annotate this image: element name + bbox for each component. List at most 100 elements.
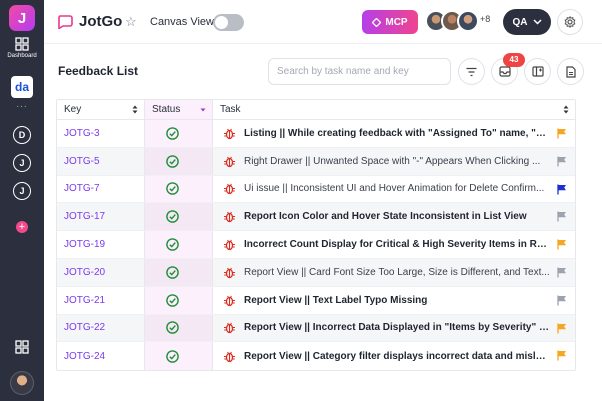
workspace-active[interactable]: da (11, 76, 33, 98)
chevron-down-icon (532, 19, 542, 25)
task-key[interactable]: JOTG-20 (57, 258, 145, 286)
status-cell[interactable] (145, 286, 213, 314)
mcp-label: MCP (385, 16, 408, 28)
key-header-label: Key (64, 104, 82, 115)
task-cell[interactable]: Report View || Text Label Typo Missing (213, 287, 575, 314)
task-key[interactable]: JOTG-22 (57, 314, 145, 342)
task-cell[interactable]: Right Drawer || Unwanted Space with "-" … (213, 148, 575, 175)
canvas-view-toggle[interactable] (213, 14, 244, 31)
table-row[interactable]: JOTG-20 Report View || Card Font Size Too… (57, 258, 575, 287)
task-key[interactable]: JOTG-19 (57, 231, 145, 258)
task-key[interactable]: JOTG-24 (57, 342, 145, 371)
task-title[interactable]: Right Drawer || Unwanted Space with "-" … (244, 156, 550, 167)
apps-grid-icon[interactable] (15, 340, 29, 359)
task-cell[interactable]: Report View || Category filter displays … (213, 342, 575, 370)
filter-button[interactable] (458, 58, 485, 85)
status-cell[interactable] (145, 147, 213, 175)
priority-flag-icon[interactable] (557, 184, 567, 195)
task-cell[interactable]: Report View || Card Font Size Too Large,… (213, 259, 575, 286)
workspace-j-1[interactable]: J (13, 154, 31, 172)
task-cell[interactable]: Ui issue || Inconsistent UI and Hover An… (213, 176, 575, 203)
status-cell[interactable] (145, 231, 213, 258)
bug-icon (224, 212, 235, 223)
status-column-header[interactable]: Status (145, 100, 213, 119)
task-title[interactable]: Report View || Text Label Typo Missing (244, 295, 550, 306)
table-header: Key Status Task (57, 100, 575, 120)
page-title: Feedback List (58, 64, 139, 78)
feedback-table: Key Status Task JOTG-3 Listing || While c… (56, 99, 576, 372)
bug-icon (224, 323, 235, 334)
priority-flag-icon[interactable] (557, 295, 567, 306)
status-cell[interactable] (145, 175, 213, 203)
table-row[interactable]: JOTG-21 Report View || Text Label Typo Mi… (57, 286, 575, 315)
task-title[interactable]: Report View || Card Font Size Too Large,… (244, 267, 550, 278)
table-row[interactable]: JOTG-19 Incorrect Count Display for Criti… (57, 231, 575, 259)
task-key[interactable]: JOTG-21 (57, 286, 145, 314)
table-row[interactable]: JOTG-3 Listing || While creating feedback… (57, 120, 575, 148)
canvas-view-label: Canvas View (150, 16, 214, 28)
task-title[interactable]: Incorrect Count Display for Critical & H… (244, 239, 550, 250)
settings-button[interactable] (557, 9, 583, 35)
notification-count-badge: 43 (503, 53, 525, 67)
task-key[interactable]: JOTG-3 (57, 120, 145, 147)
task-key[interactable]: JOTG-7 (57, 175, 145, 203)
more-workspaces[interactable]: ... (0, 99, 44, 110)
key-column-header[interactable]: Key (57, 100, 145, 119)
task-title[interactable]: Report View || Category filter displays … (244, 351, 550, 362)
table-row[interactable]: JOTG-5 Right Drawer || Unwanted Space wit… (57, 147, 575, 176)
table-row[interactable]: JOTG-22 Report View || Incorrect Data Dis… (57, 314, 575, 343)
bug-icon (224, 156, 235, 167)
task-title[interactable]: Report Icon Color and Hover State Incons… (244, 211, 550, 222)
task-cell[interactable]: Report Icon Color and Hover State Incons… (213, 203, 575, 230)
priority-flag-icon[interactable] (557, 239, 567, 250)
check-circle-icon (166, 321, 179, 335)
member-avatar[interactable] (457, 10, 479, 32)
star-icon[interactable]: ☆ (125, 14, 137, 30)
priority-flag-icon[interactable] (557, 211, 567, 222)
task-cell[interactable]: Report View || Incorrect Data Displayed … (213, 315, 575, 342)
table-row[interactable]: JOTG-7 Ui issue || Inconsistent UI and Ho… (57, 175, 575, 204)
status-cell[interactable] (145, 314, 213, 342)
status-cell[interactable] (145, 342, 213, 371)
search-input[interactable] (268, 58, 451, 85)
status-cell[interactable] (145, 120, 213, 147)
extra-members-count[interactable]: +8 (480, 14, 490, 24)
user-avatar[interactable] (10, 371, 34, 395)
add-workspace-button[interactable]: + (16, 221, 28, 233)
dashboard-nav[interactable]: Dashboard (0, 37, 44, 59)
bug-icon (224, 351, 235, 362)
task-title[interactable]: Report View || Incorrect Data Displayed … (244, 322, 550, 333)
task-cell[interactable]: Incorrect Count Display for Critical & H… (213, 231, 575, 258)
app-title: JotGo (79, 13, 123, 30)
table-row[interactable]: JOTG-17 Report Icon Color and Hover State… (57, 203, 575, 232)
task-title[interactable]: Ui issue || Inconsistent UI and Hover An… (244, 183, 550, 194)
task-key[interactable]: JOTG-5 (57, 147, 145, 175)
priority-flag-icon[interactable] (557, 267, 567, 278)
check-circle-icon (166, 266, 179, 279)
workspace-j-2[interactable]: J (13, 182, 31, 200)
task-title[interactable]: Listing || While creating feedback with … (244, 128, 550, 139)
role-dropdown[interactable]: QA (503, 9, 551, 35)
task-key[interactable]: JOTG-17 (57, 203, 145, 231)
bug-icon (224, 267, 235, 279)
sort-desc-icon (200, 108, 206, 112)
table-row[interactable]: JOTG-24 Report View || Category filter di… (57, 342, 575, 371)
task-column-header[interactable]: Task (213, 100, 575, 119)
jotgo-logo-icon (58, 15, 73, 29)
role-label: QA (512, 16, 528, 28)
columns-button[interactable] (524, 58, 551, 85)
priority-flag-icon[interactable] (557, 323, 567, 334)
mcp-button[interactable]: MCP (362, 10, 418, 34)
app-logo[interactable]: J (9, 5, 35, 31)
table-body: JOTG-3 Listing || While creating feedback… (57, 120, 575, 371)
check-circle-icon (166, 127, 179, 140)
priority-flag-icon[interactable] (557, 156, 567, 167)
task-cell[interactable]: Listing || While creating feedback with … (213, 120, 575, 147)
priority-flag-icon[interactable] (557, 350, 567, 361)
status-cell[interactable] (145, 203, 213, 231)
check-circle-icon (166, 182, 179, 196)
priority-flag-icon[interactable] (557, 128, 567, 139)
workspace-d[interactable]: D (13, 126, 31, 144)
status-cell[interactable] (145, 258, 213, 286)
export-button[interactable] (557, 58, 584, 85)
